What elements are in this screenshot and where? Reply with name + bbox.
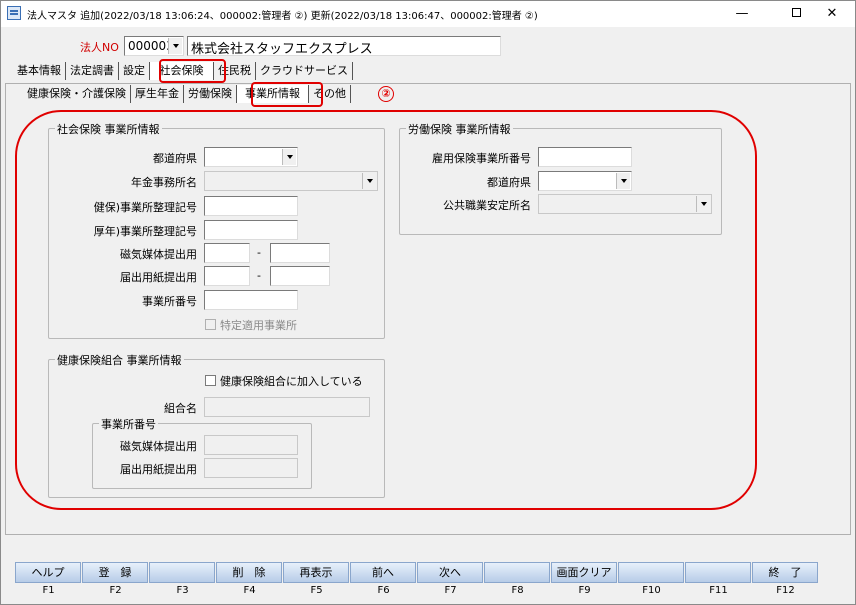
fkey-name: F7	[444, 585, 457, 596]
subtab-labor-insurance[interactable]: 労働保険	[184, 85, 237, 103]
magnetic-label: 磁気媒体提出用	[120, 248, 197, 261]
chevron-down-icon[interactable]	[282, 149, 296, 165]
function-key-bar: ヘルプ 登 録 削 除 再表示 前へ 次へ 画面クリア 終 了	[15, 562, 843, 584]
maximize-icon	[791, 8, 801, 17]
union-paper-field[interactable]	[204, 458, 298, 478]
join-union-label: 健康保険組合に加入している	[220, 375, 363, 388]
paper-field-1[interactable]	[204, 266, 250, 286]
office-number-field[interactable]	[204, 290, 298, 310]
chevron-down-icon[interactable]	[696, 196, 710, 212]
fkey-name: F4	[243, 585, 256, 596]
specific-office-checkbox[interactable]	[205, 319, 216, 330]
labor-insurance-title: 労働保険 事業所情報	[406, 121, 513, 137]
chevron-down-icon[interactable]	[616, 173, 630, 189]
title-bar: 法人マスタ 追加(2022/03/18 13:06:24、000002:管理者 …	[1, 1, 855, 27]
chevron-down-icon[interactable]	[362, 173, 376, 189]
union-office-number-group: 事業所番号	[92, 416, 312, 489]
paper-dash: -	[257, 269, 261, 282]
f11-button[interactable]	[685, 562, 751, 583]
delete-button[interactable]: 削 除	[216, 562, 282, 583]
clear-screen-button[interactable]: 画面クリア	[551, 562, 617, 583]
corp-no-select[interactable]: 000003	[124, 36, 184, 56]
corp-name-value: 株式会社スタッフエクスプレス	[191, 42, 373, 57]
join-union-checkbox[interactable]	[205, 375, 216, 386]
highlight-office-info-tab	[251, 82, 323, 107]
refresh-button[interactable]: 再表示	[283, 562, 349, 583]
specific-office-label: 特定適用事業所	[220, 319, 297, 332]
next-button[interactable]: 次へ	[417, 562, 483, 583]
corp-name-field[interactable]: 株式会社スタッフエクスプレス	[187, 36, 501, 57]
fkey-name: F1	[42, 585, 55, 596]
labor-prefecture-label: 都道府県	[487, 176, 531, 189]
magnetic-field-1[interactable]	[204, 243, 250, 263]
app-icon	[7, 6, 21, 20]
window-title: 法人マスタ 追加(2022/03/18 13:06:24、000002:管理者 …	[27, 11, 538, 22]
union-magnetic-label: 磁気媒体提出用	[120, 440, 197, 453]
f10-button[interactable]	[618, 562, 684, 583]
fkey-name: F6	[377, 585, 390, 596]
union-office-number-title: 事業所番号	[99, 416, 158, 432]
corp-no-label: 法人NO	[80, 41, 119, 54]
employment-number-label: 雇用保険事業所番号	[432, 152, 531, 165]
office-number-label: 事業所番号	[142, 295, 197, 308]
pension-office-label: 年金事務所名	[131, 176, 197, 189]
fkey-name: F5	[310, 585, 323, 596]
function-key-names: F1 F2 F3 F4 F5 F6 F7 F8 F9 F10 F11 F12	[15, 585, 843, 596]
annotation-marker: ②	[378, 86, 394, 102]
help-button[interactable]: ヘルプ	[15, 562, 81, 583]
tab-basic[interactable]: 基本情報	[13, 62, 66, 80]
fkey-name: F8	[511, 585, 524, 596]
register-button[interactable]: 登 録	[82, 562, 148, 583]
prefecture-select[interactable]	[204, 147, 298, 167]
close-button[interactable]: ✕	[809, 1, 855, 27]
paper-label: 届出用紙提出用	[120, 271, 197, 284]
chevron-down-icon[interactable]	[168, 38, 182, 54]
social-insurance-title: 社会保険 事業所情報	[55, 121, 162, 137]
pension-office-select[interactable]	[204, 171, 378, 191]
union-magnetic-field[interactable]	[204, 435, 298, 455]
tab-cloud-service[interactable]: クラウドサービス	[256, 62, 353, 80]
fkey-name: F12	[776, 585, 795, 596]
health-code-field[interactable]	[204, 196, 298, 216]
employment-office-select[interactable]	[538, 194, 712, 214]
fkey-name: F3	[176, 585, 189, 596]
fkey-name: F11	[709, 585, 728, 596]
f8-button[interactable]	[484, 562, 550, 583]
previous-button[interactable]: 前へ	[350, 562, 416, 583]
union-name-field[interactable]	[204, 397, 370, 417]
corp-no-value: 000003	[128, 39, 174, 53]
paper-field-2[interactable]	[270, 266, 330, 286]
highlight-social-insurance-tab	[159, 59, 226, 83]
fkey-name: F9	[578, 585, 591, 596]
minimize-button[interactable]: —	[719, 1, 765, 27]
app-window: 法人マスタ 追加(2022/03/18 13:06:24、000002:管理者 …	[0, 0, 856, 605]
exit-button[interactable]: 終 了	[752, 562, 818, 583]
health-code-label: 健保)事業所整理記号	[93, 201, 197, 214]
tab-settings[interactable]: 設定	[119, 62, 150, 80]
health-union-title: 健康保険組合 事業所情報	[55, 352, 184, 368]
welfare-code-field[interactable]	[204, 220, 298, 240]
subtab-health-care[interactable]: 健康保険・介護保険	[23, 85, 131, 103]
prefecture-label: 都道府県	[153, 152, 197, 165]
union-paper-label: 届出用紙提出用	[120, 463, 197, 476]
labor-prefecture-select[interactable]	[538, 171, 632, 191]
magnetic-dash: -	[257, 246, 261, 259]
employment-office-label: 公共職業安定所名	[443, 199, 531, 212]
fkey-name: F2	[109, 585, 122, 596]
f3-button[interactable]	[149, 562, 215, 583]
fkey-name: F10	[642, 585, 661, 596]
welfare-code-label: 厚年)事業所整理記号	[93, 225, 197, 238]
tab-legal-report[interactable]: 法定調書	[66, 62, 119, 80]
subtab-welfare-pension[interactable]: 厚生年金	[131, 85, 184, 103]
employment-number-field[interactable]	[538, 147, 632, 167]
union-name-label: 組合名	[164, 402, 197, 415]
magnetic-field-2[interactable]	[270, 243, 330, 263]
